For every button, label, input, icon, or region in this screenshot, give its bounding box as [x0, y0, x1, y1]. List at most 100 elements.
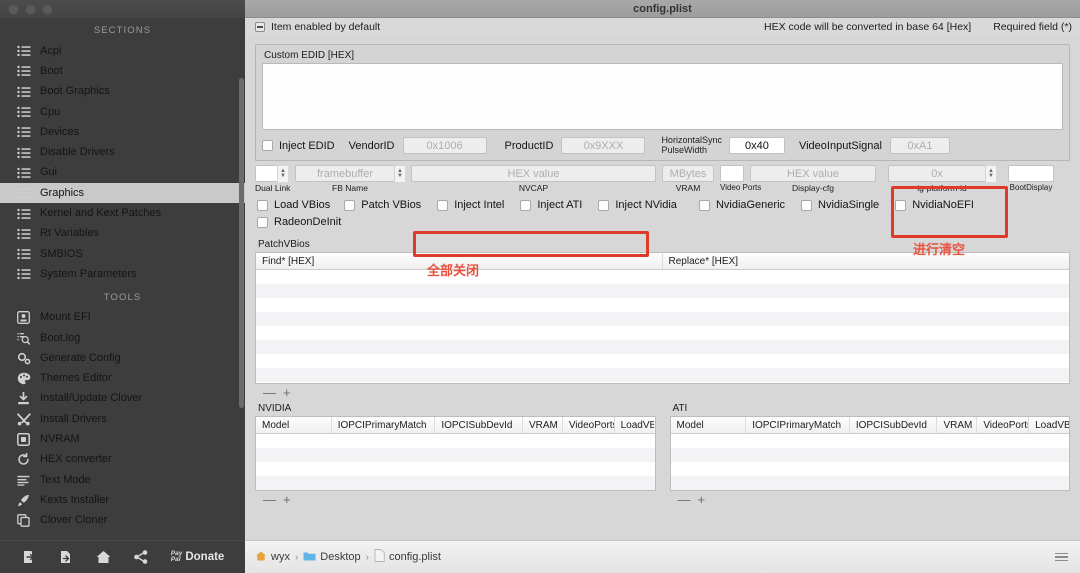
checkbox-nvidiageneric[interactable]: NvidiaGeneric [698, 199, 785, 211]
export-icon[interactable] [58, 549, 74, 565]
checkbox-box[interactable] [257, 199, 268, 211]
checkbox-inject-nvidia[interactable]: Inject NVidia [598, 199, 677, 211]
sidebar-item-disable-drivers[interactable]: Disable Drivers [0, 142, 245, 162]
table-row[interactable] [256, 270, 1069, 284]
checkbox-box[interactable] [344, 199, 356, 211]
table-row[interactable] [256, 354, 1069, 368]
sidebar-item-nvram[interactable]: NVRAM [0, 429, 245, 449]
sidebar-item-install-update-clover[interactable]: Install/Update Clover [0, 389, 245, 409]
ati-table[interactable]: Model IOPCIPrimaryMatch IOPCISubDevId VRAM V… [669, 416, 1070, 491]
table-row[interactable] [671, 434, 1070, 448]
nvcap-input[interactable]: HEX value [411, 165, 656, 182]
sidebar-item-devices[interactable]: Devices [0, 122, 245, 142]
sidebar-item-acpi[interactable]: Acpi [0, 41, 245, 61]
close-button[interactable] [8, 3, 19, 15]
donate-button[interactable]: Pay Pal Donate [171, 550, 225, 564]
sidebar-item-boot[interactable]: Boot [0, 61, 245, 81]
dual-link-stepper[interactable]: ▲ ▼ [277, 165, 288, 182]
table-row[interactable] [256, 462, 655, 476]
patchvbios-remove-button[interactable]: — [263, 386, 276, 399]
checkbox-nvidiasingle[interactable]: NvidiaSingle [801, 199, 879, 211]
hsync-input[interactable]: 0x40 [728, 137, 785, 154]
checkbox-load-vbios[interactable]: Load VBios [257, 199, 330, 211]
ati-remove-button[interactable]: — [678, 493, 691, 506]
column-header[interactable]: IOPCISubDevId [435, 417, 523, 433]
ig-platform-id-stepper[interactable]: ▲ ▼ [985, 165, 996, 182]
breadcrumb-item-desktop[interactable]: Desktop [303, 550, 361, 565]
sidebar-item-themes-editor[interactable]: Themes Editor [0, 368, 245, 388]
sidebar-item-hex-converter[interactable]: HEX converter [0, 450, 245, 470]
table-row[interactable] [256, 448, 655, 462]
videoinputsignal-input[interactable]: 0xA1 [889, 137, 950, 154]
checkbox-box[interactable] [698, 199, 710, 211]
patchvbios-table[interactable]: Find* [HEX] Replace* [HEX] [255, 252, 1070, 384]
sidebar-item-system-parameters[interactable]: System Parameters [0, 264, 245, 284]
zoom-button[interactable] [42, 3, 53, 15]
sidebar-item-clover-cloner[interactable]: Clover Cloner [0, 511, 245, 531]
nvidia-remove-button[interactable]: — [263, 493, 276, 506]
nvidia-table[interactable]: Model IOPCIPrimaryMatch IOPCISubDevId VRAM V… [255, 416, 656, 491]
table-row[interactable] [256, 368, 1069, 382]
checkbox-patch-vbios[interactable]: Patch VBios [344, 199, 421, 211]
column-header[interactable]: Model [671, 417, 747, 433]
vendorid-input[interactable]: 0x1006 [402, 137, 487, 154]
column-header[interactable]: LoadVBios [1029, 417, 1069, 433]
sidebar-item-install-drivers[interactable]: Install Drivers [0, 409, 245, 429]
fb-name-stepper[interactable]: ▲ ▼ [394, 165, 405, 182]
home-icon[interactable] [95, 549, 112, 565]
sidebar-item-smbios[interactable]: SMBIOS [0, 244, 245, 264]
sidebar-item-graphics[interactable]: Graphics [0, 183, 245, 204]
checkbox-box[interactable] [257, 216, 268, 228]
column-header[interactable]: VideoPorts [977, 417, 1030, 433]
ati-add-button[interactable]: + [698, 493, 706, 506]
sidebar-item-generate-config[interactable]: Generate Config [0, 348, 245, 368]
inject-edid-checkbox[interactable] [262, 140, 273, 151]
sidebar-item-boot-log[interactable]: Boot.log [0, 328, 245, 348]
table-row[interactable] [670, 476, 1069, 490]
sidebar-item-cpu[interactable]: Cpu [0, 102, 245, 122]
column-header[interactable]: Replace* [HEX] [663, 253, 1070, 269]
display-cfg-input[interactable]: HEX value [750, 165, 876, 182]
table-row[interactable] [256, 434, 655, 448]
table-row[interactable] [256, 476, 655, 490]
sidebar-item-gui[interactable]: Gui [0, 163, 245, 183]
patchvbios-add-button[interactable]: + [283, 386, 291, 399]
fb-name-input[interactable]: framebuffer [295, 165, 394, 182]
checkbox-box[interactable] [520, 199, 532, 211]
hamburger-icon[interactable] [1055, 552, 1068, 562]
table-row[interactable] [256, 284, 1069, 298]
checkbox-inject-intel[interactable]: Inject Intel [437, 199, 504, 211]
minimize-button[interactable] [25, 3, 36, 15]
column-header[interactable]: VideoPorts [563, 417, 615, 433]
column-header[interactable]: IOPCISubDevId [850, 417, 938, 433]
checkbox-box[interactable] [437, 199, 449, 211]
table-row[interactable] [256, 340, 1069, 354]
nvidia-add-button[interactable]: + [283, 493, 291, 506]
sidebar-item-text-mode[interactable]: Text Mode [0, 470, 245, 490]
enabled-default-checkbox[interactable] [255, 22, 265, 32]
sidebar-item-boot-graphics[interactable]: Boot Graphics [0, 82, 245, 102]
table-row[interactable] [671, 462, 1070, 476]
breadcrumb-item-file[interactable]: config.plist [374, 549, 441, 565]
custom-edid-textarea[interactable] [262, 63, 1063, 130]
sidebar-item-mount-efi[interactable]: Mount EFI [0, 308, 245, 328]
video-ports-input[interactable] [720, 165, 744, 182]
dual-link-input[interactable] [255, 165, 277, 182]
column-header[interactable]: VRAM [523, 417, 563, 433]
table-row[interactable] [670, 448, 1069, 462]
column-header[interactable]: IOPCIPrimaryMatch [332, 417, 436, 433]
column-header[interactable]: IOPCIPrimaryMatch [746, 417, 850, 433]
productid-input[interactable]: 0x9XXX [561, 137, 646, 154]
checkbox-box[interactable] [801, 199, 813, 211]
checkbox-box[interactable] [895, 199, 907, 211]
share-icon[interactable] [133, 549, 149, 565]
boot-display-input[interactable] [1008, 165, 1054, 182]
column-header[interactable]: LoadVBios [615, 417, 655, 433]
checkbox-nvidianoefi[interactable]: NvidiaNoEFI [895, 199, 974, 211]
table-row[interactable] [256, 312, 1069, 326]
sidebar-item-kernel-and-kext-patches[interactable]: Kernel and Kext Patches [0, 203, 245, 223]
sidebar-item-rt-variables[interactable]: Rt Variables [0, 224, 245, 244]
sidebar-item-kexts-installer[interactable]: Kexts Installer [0, 490, 245, 510]
column-header[interactable]: Model [256, 417, 332, 433]
vram-input[interactable]: MBytes [662, 165, 714, 182]
